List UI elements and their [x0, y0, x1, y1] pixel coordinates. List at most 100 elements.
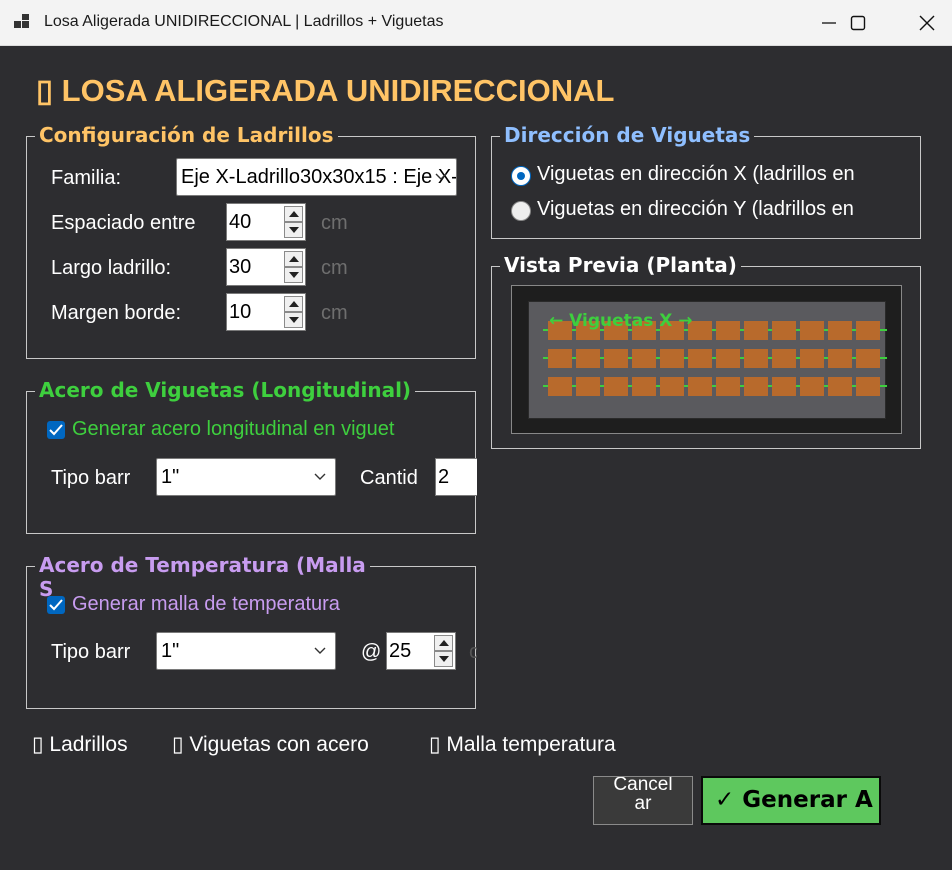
ladrillo-block [744, 321, 768, 340]
largo-unit: cm [321, 257, 348, 279]
direccion-x-label[interactable]: Viguetas en dirección X (ladrillos en [537, 163, 855, 186]
window-titlebar: Losa Aligerada UNIDIRECCIONAL | Ladrillo… [0, 0, 952, 46]
triangle-down-icon [289, 227, 299, 233]
tipo-barra-value: 1" [161, 466, 180, 488]
ladrillo-block [800, 321, 824, 340]
ladrillo-block [772, 321, 796, 340]
ladrillo-block [856, 377, 880, 396]
dialog-client: ▯ LOSA ALIGERADA UNIDIRECCIONAL Configur… [0, 46, 952, 870]
ladrillo-block [548, 377, 572, 396]
ladrillo-block [688, 349, 712, 368]
cantidad-label: Cantid [360, 467, 418, 489]
close-icon [919, 15, 935, 31]
legend-malla: ▯ Malla temperatura [429, 733, 616, 756]
ladrillo-block [632, 349, 656, 368]
triangle-down-icon [289, 317, 299, 323]
ladrillo-block [604, 349, 628, 368]
acero-viguetas-legend: Acero de Viguetas (Longitudinal) [35, 378, 416, 402]
largo-value: 30 [229, 256, 252, 278]
tipo-barra-temp-combo[interactable]: 1" [156, 632, 336, 670]
ladrillo-block [800, 349, 824, 368]
acero-longitudinal-label[interactable]: Generar acero longitudinal en viguet [72, 418, 394, 441]
tipo-barra-label: Tipo barr [51, 467, 131, 489]
ladrillos-legend: Configuración de Ladrillos [35, 123, 338, 147]
maximize-button[interactable] [833, 0, 883, 46]
triangle-up-icon [289, 301, 299, 307]
tipo-barra-temp-label: Tipo barr [51, 641, 131, 663]
cancel-button[interactable]: Cancel ar [593, 776, 693, 825]
espaciado-label: Espaciado entre [51, 212, 196, 234]
spin-down-button[interactable] [284, 312, 303, 328]
espaciamiento-value: 25 [389, 640, 412, 662]
ladrillo-block [660, 349, 684, 368]
maximize-icon [850, 15, 866, 31]
triangle-down-icon [439, 656, 449, 662]
cantidad-value: 2 [438, 466, 450, 488]
tipo-barra-combo[interactable]: 1" [156, 458, 336, 496]
spin-up-button[interactable] [284, 206, 303, 222]
espaciado-spinner[interactable]: 40 [226, 203, 306, 241]
spin-down-button[interactable] [434, 651, 453, 667]
ladrillo-block [772, 377, 796, 396]
spin-down-button[interactable] [284, 267, 303, 283]
familia-combo[interactable]: Eje X-Ladrillo30x30x15 : Eje X-L [176, 158, 457, 196]
ladrillo-block [744, 349, 768, 368]
direccion-x-radio[interactable] [511, 166, 531, 186]
viguetas-x-label: ← Viguetas X → [549, 311, 693, 331]
ladrillo-block [548, 349, 572, 368]
chevron-down-icon [314, 473, 326, 480]
chevron-down-icon [435, 173, 447, 180]
cancel-label-line2: ar [634, 793, 652, 814]
espaciado-unit: cm [321, 212, 348, 234]
ladrillo-block [660, 377, 684, 396]
page-title: ▯ LOSA ALIGERADA UNIDIRECCIONAL [36, 73, 615, 108]
ladrillo-block [744, 377, 768, 396]
espaciamiento-unit: c [469, 641, 477, 663]
familia-value: Eje X-Ladrillo30x30x15 : Eje X-L [181, 166, 457, 188]
margen-unit: cm [321, 302, 348, 324]
close-button[interactable] [902, 0, 952, 46]
margen-spinner[interactable]: 10 [226, 293, 306, 331]
ladrillo-block [828, 349, 852, 368]
espaciamiento-spinner[interactable]: 25 [386, 632, 456, 670]
window-title: Losa Aligerada UNIDIRECCIONAL | Ladrillo… [44, 13, 444, 30]
ladrillo-block [716, 349, 740, 368]
direccion-group: Dirección de Viguetas Viguetas en direcc… [491, 123, 921, 239]
largo-label: Largo ladrillo: [51, 257, 172, 279]
spin-up-button[interactable] [284, 296, 303, 312]
ladrillo-block [716, 377, 740, 396]
ladrillo-block [828, 377, 852, 396]
malla-temperatura-checkbox[interactable] [47, 596, 65, 614]
acero-longitudinal-checkbox[interactable] [47, 421, 65, 439]
preview-canvas: ← Viguetas X → [528, 301, 905, 419]
ladrillo-block [856, 321, 880, 340]
direccion-y-label[interactable]: Viguetas en dirección Y (ladrillos en [537, 198, 854, 221]
malla-temperatura-label[interactable]: Generar malla de temperatura [72, 593, 340, 616]
triangle-down-icon [289, 272, 299, 278]
ladrillo-block [772, 349, 796, 368]
ladrillo-block [576, 377, 600, 396]
direccion-y-radio[interactable] [511, 201, 531, 221]
triangle-up-icon [289, 211, 299, 217]
direccion-legend: Dirección de Viguetas [500, 123, 755, 147]
ladrillo-block [604, 377, 628, 396]
ladrillo-block [828, 321, 852, 340]
cantidad-spinner[interactable]: 2 [435, 458, 477, 496]
ladrillo-block [688, 377, 712, 396]
vista-previa-legend: Vista Previa (Planta) [500, 253, 741, 277]
tipo-barra-temp-value: 1" [161, 640, 180, 662]
largo-spinner[interactable]: 30 [226, 248, 306, 286]
spin-up-button[interactable] [434, 635, 453, 651]
familia-label: Familia: [51, 167, 122, 189]
preview-frame: ← Viguetas X → [511, 285, 905, 434]
ladrillo-block [716, 321, 740, 340]
check-icon [49, 424, 63, 436]
legend-ladrillos: ▯ Ladrillos [32, 733, 128, 756]
espaciamiento-at-label: @ [361, 641, 382, 663]
check-icon [49, 599, 63, 611]
ladrillos-group: Configuración de Ladrillos Familia: Eje … [26, 123, 476, 359]
spin-up-button[interactable] [284, 251, 303, 267]
acero-temperatura-group: Acero de Temperatura (Malla S Generar ma… [26, 553, 477, 709]
generate-button[interactable]: ✓ Generar A [701, 776, 881, 825]
spin-down-button[interactable] [284, 222, 303, 238]
